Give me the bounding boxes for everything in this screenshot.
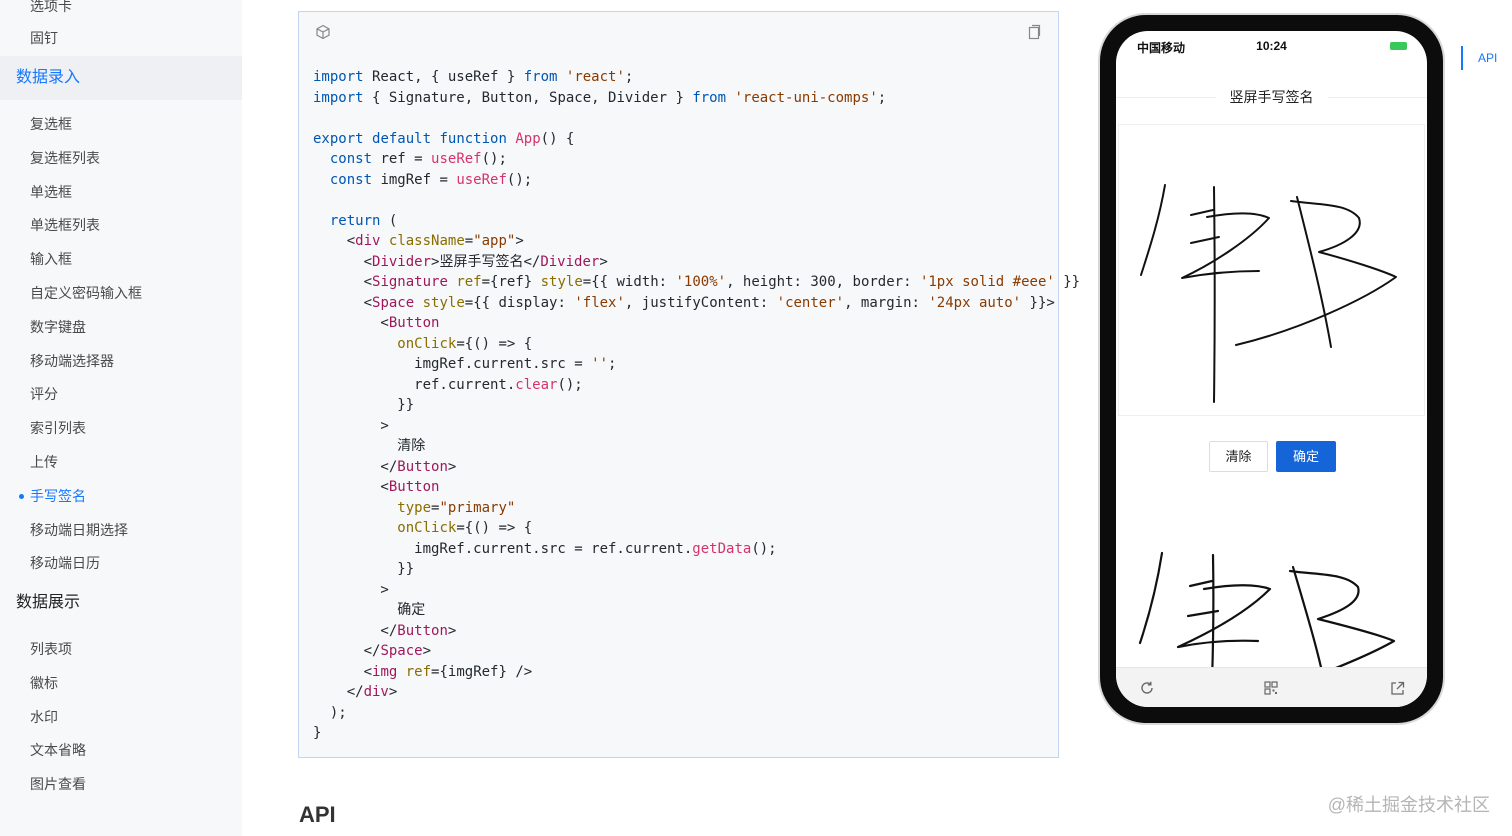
- sidebar-item[interactable]: 手写签名: [30, 486, 86, 506]
- watermark: @稀土掘金技术社区: [1327, 795, 1490, 815]
- code-line: export default function App() {: [313, 130, 575, 147]
- battery-icon: [1390, 42, 1407, 50]
- sidebar-item-affix[interactable]: 固钉: [30, 28, 58, 48]
- code-line: 确定: [313, 602, 426, 618]
- code-line: >: [313, 417, 389, 434]
- code-line: import React, { useRef } from 'react';: [313, 69, 634, 85]
- sidebar-item[interactable]: 单选框列表: [30, 215, 100, 235]
- codesandbox-icon[interactable]: [313, 22, 333, 42]
- sidebar-group-data-entry[interactable]: 数据录入: [16, 67, 80, 89]
- sidebar-item[interactable]: 复选框列表: [30, 148, 100, 168]
- signature-strokes: [1140, 184, 1397, 403]
- divider-title: 竖屏手写签名: [1229, 89, 1314, 105]
- code-line: </div>: [313, 684, 398, 700]
- code-line: </Button>: [313, 622, 457, 639]
- sidebar-item[interactable]: 文本省略: [30, 740, 86, 760]
- code-line: onClick={() => {: [397, 335, 533, 352]
- signature-canvas[interactable]: [1118, 124, 1425, 416]
- code-line: <Signature ref={ref} style={{ width: '10…: [313, 274, 1081, 290]
- code-line: imgRef.current.src = ref.current.getData…: [313, 540, 777, 557]
- code-line: import { Signature, Button, Space, Divid…: [313, 89, 887, 106]
- code-toolbar: [299, 12, 1058, 52]
- divider: 竖屏手写签名: [1116, 87, 1427, 107]
- sidebar-item[interactable]: 移动端日历: [30, 553, 100, 573]
- code-line: }}: [313, 561, 415, 577]
- code-line: </Space>: [313, 643, 432, 659]
- sidebar: 选项卡 固钉 数据录入 复选框 复选框列表 单选框 单选框列表 输入框 自定义密码输入框数…: [0, 0, 242, 836]
- sidebar-item[interactable]: 输入框: [30, 249, 72, 269]
- copy-icon[interactable]: [1024, 22, 1044, 42]
- code-line: ref.current.clear();: [313, 376, 583, 393]
- qrcode-icon[interactable]: [1262, 679, 1280, 697]
- code-line: <Button: [313, 315, 440, 331]
- code-line: }}: [313, 397, 415, 413]
- phone-footer: [1116, 667, 1427, 707]
- code-line: type="primary": [397, 499, 516, 516]
- sidebar-item[interactable]: 水印: [30, 707, 58, 727]
- sidebar-item[interactable]: 索引列表: [30, 418, 86, 438]
- code-line: <Space style={{ display: 'flex', justify…: [313, 294, 1055, 311]
- sidebar-item[interactable]: 移动端日期选择: [30, 520, 128, 540]
- external-link-icon[interactable]: [1388, 679, 1406, 697]
- clear-button[interactable]: 清除: [1209, 441, 1268, 472]
- code-block: import React, { useRef } from 'react'; im…: [313, 67, 1080, 744]
- code-line: const imgRef = useRef();: [329, 171, 533, 188]
- signature-image-strokes: [1138, 551, 1396, 681]
- code-line: imgRef.current.src = '';: [313, 356, 617, 372]
- sidebar-item-tabs[interactable]: 选项卡: [30, 0, 72, 16]
- sidebar-group-data-display[interactable]: 数据展示: [16, 592, 80, 614]
- code-panel: import React, { useRef } from 'react'; im…: [298, 11, 1080, 758]
- code-line: return (: [329, 212, 398, 229]
- sidebar-item[interactable]: 图片查看: [30, 774, 86, 794]
- sidebar-item[interactable]: 自定义密码输入框: [30, 283, 142, 303]
- code-line: );: [313, 704, 347, 721]
- sidebar-item[interactable]: 数字键盘: [30, 317, 86, 337]
- code-line: <div className="app">: [313, 233, 524, 249]
- sidebar-item[interactable]: 列表项: [30, 639, 72, 659]
- sidebar-item[interactable]: 徽标: [30, 673, 58, 693]
- toc-active-indicator: [1461, 46, 1463, 70]
- code-line: </Button>: [313, 458, 457, 475]
- code-line: 清除: [313, 438, 426, 454]
- sidebar-item[interactable]: 移动端选择器: [30, 351, 114, 371]
- sidebar-item[interactable]: 评分: [30, 384, 58, 404]
- confirm-button[interactable]: 确定: [1276, 441, 1336, 472]
- sidebar-item[interactable]: 单选框: [30, 182, 72, 202]
- active-dot: [19, 493, 24, 499]
- code-line: <img ref={imgRef} />: [313, 663, 533, 680]
- status-bar: 中国移动 10:24: [1116, 31, 1427, 63]
- code-line: <Button: [313, 479, 440, 495]
- toc-link-api[interactable]: API: [1478, 51, 1497, 65]
- code-line: >: [313, 581, 389, 598]
- signature-image: [1118, 541, 1425, 681]
- api-heading: API: [299, 802, 336, 827]
- phone-screen: 中国移动 10:24 竖屏手写签名 清除 确定: [1116, 31, 1427, 707]
- sidebar-item[interactable]: 上传: [30, 452, 58, 472]
- refresh-icon[interactable]: [1138, 679, 1156, 697]
- code-line: onClick={() => {: [397, 520, 533, 536]
- code-line: <Divider>竖屏手写签名</Divider>: [313, 253, 608, 270]
- code-line: }: [313, 725, 322, 741]
- code-line: const ref = useRef();: [329, 151, 507, 167]
- phone-preview: 中国移动 10:24 竖屏手写签名 清除 确定: [1100, 15, 1443, 723]
- clock-label: 10:24: [1256, 39, 1287, 53]
- sidebar-item[interactable]: 复选框: [30, 114, 72, 134]
